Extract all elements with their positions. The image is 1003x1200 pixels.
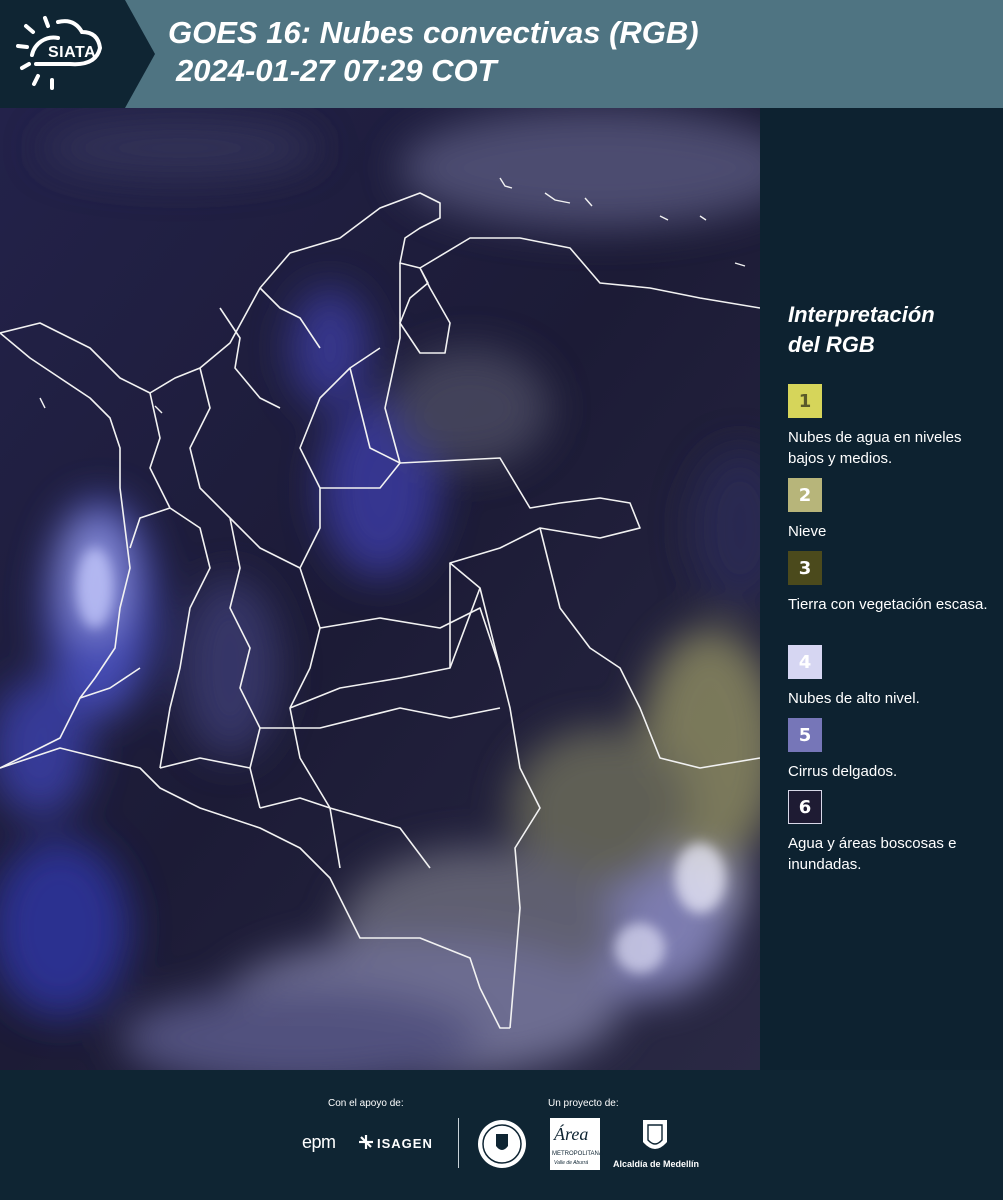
isagen-star-icon: [359, 1135, 373, 1149]
legend-label-2: Nieve: [788, 523, 827, 540]
satellite-map: [0, 108, 760, 1070]
legend-title-line2: del RGB: [788, 332, 875, 357]
area-metropolitana-logo: Área METROPOLITANA Valle de Aburrá: [550, 1118, 603, 1170]
timestamp: 2024-01-27 07:29 COT: [176, 53, 497, 88]
legend-item-4: 4 Nubes de alto nivel.: [788, 645, 998, 709]
legend-label-1: Nubes de agua en niveles bajos y medios.: [788, 429, 962, 467]
footer: Con el apoyo de: Un proyecto de: epm ISA…: [0, 1070, 1003, 1200]
satellite-image: [0, 108, 760, 1070]
footer-divider: [458, 1118, 459, 1168]
legend-item-5: 5 Cirrus delgados.: [788, 718, 998, 782]
header-bar: SIATA GOES 16: Nubes convectivas (RGB) 2…: [0, 0, 1003, 108]
medellin-seal-icon: [478, 1120, 526, 1168]
epm-logo: epm: [302, 1132, 336, 1152]
legend-panel: Interpretación del RGB 1 Nubes de agua e…: [760, 108, 1003, 1070]
isagen-logo: ISAGEN: [377, 1136, 433, 1151]
legend-swatch-4: 4: [788, 645, 822, 679]
area-logo-text: Área: [554, 1124, 589, 1144]
logo-text: SIATA: [48, 44, 97, 61]
project-label: Un proyecto de:: [548, 1098, 619, 1109]
legend-item-1: 1 Nubes de agua en niveles bajos y medio…: [788, 384, 998, 469]
legend-swatch-3: 3: [788, 551, 822, 585]
legend-item-2: 2 Nieve: [788, 478, 998, 542]
area-logo-sub: METROPOLITANA: [552, 1151, 603, 1157]
legend-swatch-6: 6: [788, 790, 822, 824]
support-label: Con el apoyo de:: [328, 1098, 404, 1109]
legend-label-3: Tierra con vegetación escasa.: [788, 596, 988, 613]
page-title: GOES 16: Nubes convectivas (RGB): [168, 15, 699, 50]
legend-title: Interpretación del RGB: [788, 300, 998, 360]
siata-logo: SIATA: [0, 0, 155, 108]
legend-label-5: Cirrus delgados.: [788, 763, 898, 780]
legend-swatch-5: 5: [788, 718, 822, 752]
legend-swatch-2: 2: [788, 478, 822, 512]
legend-label-6: Agua y áreas boscosas e inundadas.: [788, 835, 957, 873]
alcaldia-logo-text: Alcaldía de Medellín: [613, 1159, 700, 1169]
legend-item-6: 6 Agua y áreas boscosas e inundadas.: [788, 790, 998, 875]
alcaldia-crest-icon: [643, 1120, 667, 1149]
legend-swatch-1: 1: [788, 384, 822, 418]
legend-title-line1: Interpretación: [788, 302, 935, 327]
legend-label-4: Nubes de alto nivel.: [788, 690, 920, 707]
legend-item-3: 3 Tierra con vegetación escasa.: [788, 551, 998, 615]
area-logo-sub2: Valle de Aburrá: [554, 1160, 589, 1166]
